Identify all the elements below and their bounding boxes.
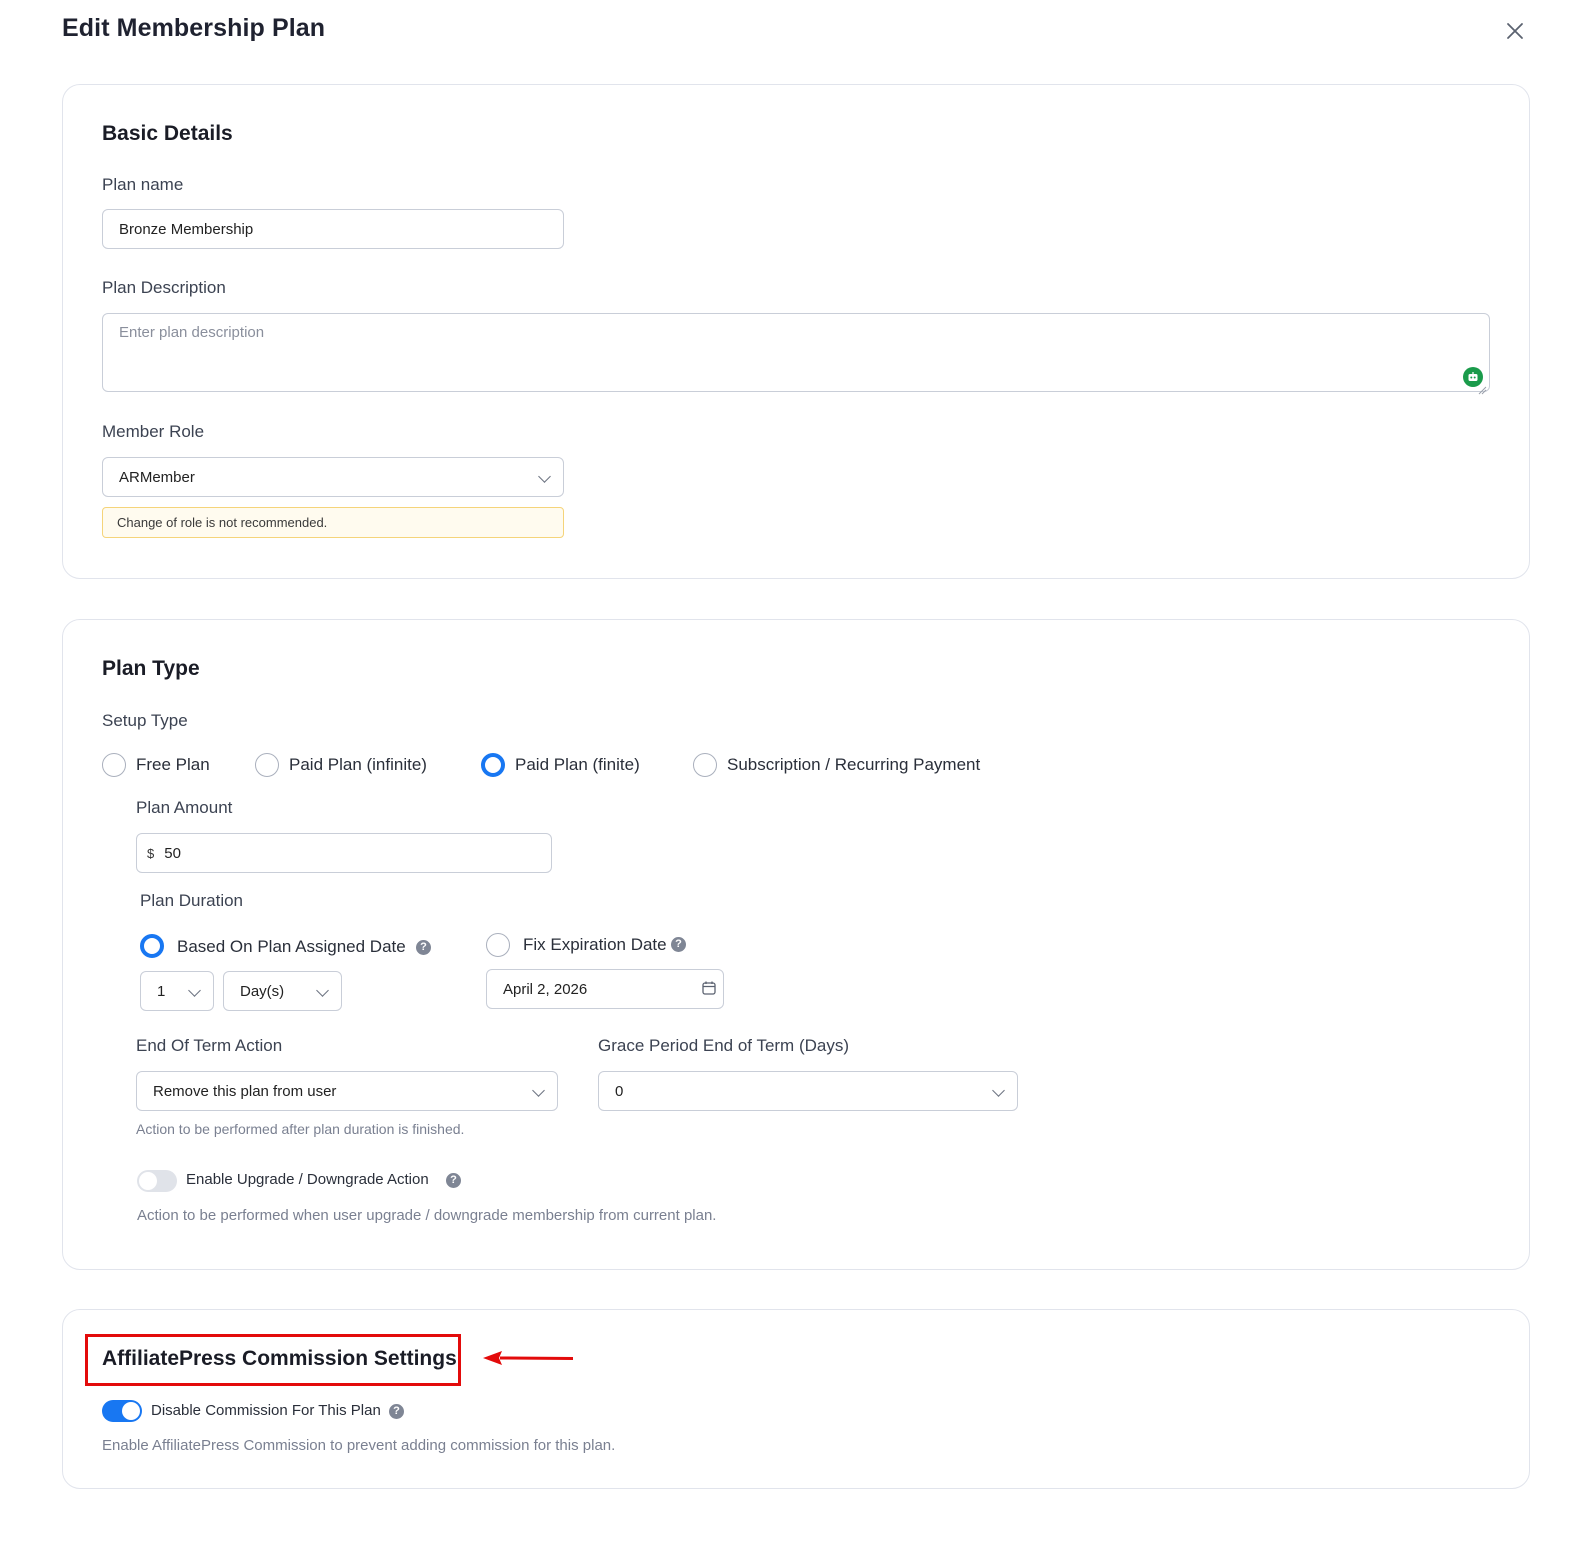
plan-description-textarea[interactable]: Enter plan description bbox=[102, 313, 1490, 395]
end-of-term-label: End Of Term Action bbox=[136, 1036, 283, 1055]
radio-subscription[interactable] bbox=[693, 753, 717, 777]
plan-name-input[interactable]: Bronze Membership bbox=[102, 209, 564, 249]
radio-paid-plan-infinite-label[interactable]: Paid Plan (infinite) bbox=[289, 755, 427, 775]
resize-handle-icon[interactable] bbox=[1478, 382, 1487, 395]
toggle-knob bbox=[139, 1172, 157, 1190]
member-role-value: ARMember bbox=[119, 468, 195, 486]
radio-paid-plan-finite[interactable] bbox=[481, 753, 505, 777]
plan-description-label: Plan Description bbox=[102, 278, 226, 297]
dialog-title: Edit Membership Plan bbox=[62, 14, 326, 42]
help-icon[interactable]: ? bbox=[416, 940, 431, 955]
chevron-down-icon bbox=[532, 1084, 545, 1097]
upgrade-downgrade-label: Enable Upgrade / Downgrade Action bbox=[186, 1171, 429, 1188]
end-of-term-value: Remove this plan from user bbox=[153, 1082, 337, 1100]
member-role-select[interactable]: ARMember bbox=[102, 457, 564, 497]
chevron-down-icon bbox=[992, 1084, 1005, 1097]
radio-fix-expiration-date-label[interactable]: Fix Expiration Date bbox=[523, 935, 667, 955]
end-of-term-select[interactable]: Remove this plan from user bbox=[136, 1071, 558, 1111]
grace-period-label: Grace Period End of Term (Days) bbox=[598, 1036, 849, 1055]
disable-commission-label: Disable Commission For This Plan bbox=[151, 1402, 381, 1419]
help-icon[interactable]: ? bbox=[671, 937, 686, 952]
chevron-down-icon bbox=[316, 984, 329, 997]
grace-period-select[interactable]: 0 bbox=[598, 1071, 1018, 1111]
radio-free-plan[interactable] bbox=[102, 753, 126, 777]
radio-subscription-label[interactable]: Subscription / Recurring Payment bbox=[727, 755, 980, 775]
plan-name-value: Bronze Membership bbox=[119, 220, 254, 238]
member-role-label: Member Role bbox=[102, 422, 205, 441]
radio-based-on-assigned-date[interactable] bbox=[140, 934, 164, 958]
help-icon[interactable]: ? bbox=[446, 1173, 461, 1188]
grace-period-value: 0 bbox=[615, 1082, 624, 1100]
disable-commission-toggle[interactable] bbox=[102, 1400, 142, 1422]
radio-based-on-assigned-date-label[interactable]: Based On Plan Assigned Date bbox=[177, 937, 406, 957]
chevron-down-icon bbox=[188, 984, 201, 997]
basic-details-heading: Basic Details bbox=[102, 122, 233, 145]
role-change-notice-text: Change of role is not recommended. bbox=[117, 515, 328, 530]
affiliate-hint: Enable AffiliatePress Commission to prev… bbox=[102, 1437, 616, 1454]
expiration-date-value: April 2, 2026 bbox=[503, 980, 588, 998]
close-icon[interactable] bbox=[1504, 20, 1526, 42]
setup-type-label: Setup Type bbox=[102, 711, 188, 730]
plan-type-heading: Plan Type bbox=[102, 657, 200, 680]
currency-symbol: $ bbox=[147, 845, 155, 861]
arrow-left-icon bbox=[482, 1348, 574, 1368]
upgrade-downgrade-toggle[interactable] bbox=[137, 1170, 177, 1192]
duration-unit-value: Day(s) bbox=[240, 982, 285, 1000]
plan-amount-value: 50 bbox=[164, 844, 181, 862]
help-icon[interactable]: ? bbox=[389, 1404, 404, 1419]
radio-free-plan-label[interactable]: Free Plan bbox=[136, 755, 210, 775]
plan-duration-label: Plan Duration bbox=[140, 891, 244, 910]
radio-fix-expiration-date[interactable] bbox=[486, 933, 510, 957]
plan-name-label: Plan name bbox=[102, 175, 184, 194]
toggle-knob bbox=[122, 1402, 140, 1420]
chevron-down-icon bbox=[538, 470, 551, 483]
plan-description-placeholder: Enter plan description bbox=[119, 324, 265, 341]
plan-amount-input[interactable]: $ 50 bbox=[136, 833, 552, 873]
duration-unit-select[interactable]: Day(s) bbox=[223, 971, 342, 1011]
role-change-notice: Change of role is not recommended. bbox=[102, 507, 564, 538]
duration-count-value: 1 bbox=[157, 982, 166, 1000]
radio-paid-plan-infinite[interactable] bbox=[255, 753, 279, 777]
expiration-date-picker[interactable]: April 2, 2026 bbox=[486, 969, 724, 1009]
plan-amount-label: Plan Amount bbox=[136, 798, 233, 817]
end-of-term-hint: Action to be performed after plan durati… bbox=[136, 1121, 465, 1137]
calendar-icon[interactable] bbox=[701, 980, 717, 996]
affiliate-heading: AffiliatePress Commission Settings bbox=[102, 1347, 457, 1370]
radio-paid-plan-finite-label[interactable]: Paid Plan (finite) bbox=[515, 755, 640, 775]
upgrade-downgrade-hint: Action to be performed when user upgrade… bbox=[137, 1207, 717, 1224]
duration-count-select[interactable]: 1 bbox=[140, 971, 214, 1011]
